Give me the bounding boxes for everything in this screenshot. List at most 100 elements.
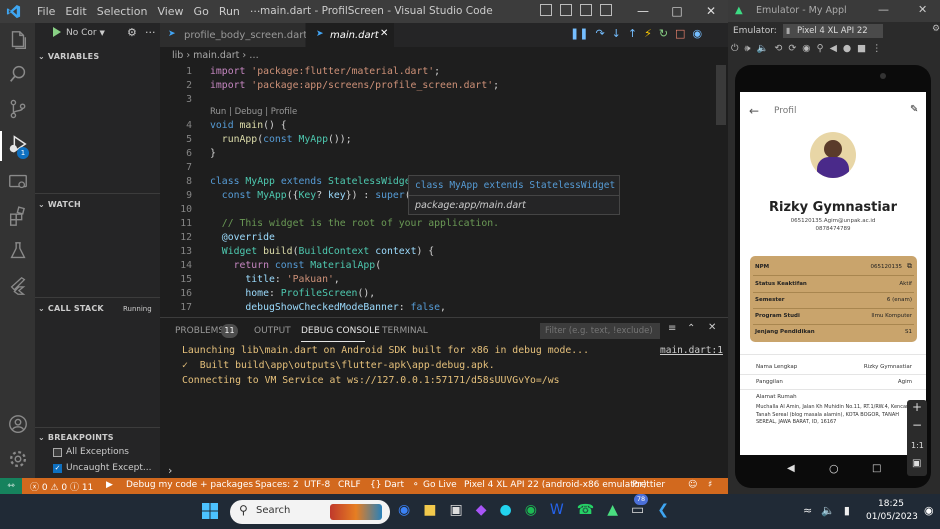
tab-terminal[interactable]: TERMINAL — [382, 326, 428, 336]
go-live-button[interactable]: Go Live — [423, 480, 457, 490]
open-devtools-icon[interactable]: ◉ — [692, 27, 702, 43]
notification-center-icon[interactable]: ◉ — [924, 504, 934, 517]
tab-main-dart[interactable]: ➤ main.dart ✕ — [306, 23, 394, 47]
flutter-icon[interactable] — [7, 275, 29, 297]
battery-icon[interactable]: ▮ — [844, 504, 850, 517]
explorer-icon[interactable] — [7, 29, 29, 51]
vscode-icon[interactable]: ❮ — [657, 502, 669, 518]
toggle-secondary-sidebar-icon[interactable] — [580, 4, 592, 16]
menu-selection[interactable]: Selection — [92, 5, 153, 18]
console-filter-input[interactable] — [540, 323, 660, 339]
watch-section-header[interactable]: ⌄ WATCH — [38, 200, 81, 209]
tab-profile-body-screen[interactable]: ➤ profile_body_screen.dart — [160, 23, 307, 47]
checkbox-checked[interactable]: ✓ — [53, 463, 62, 473]
remote-explorer-icon[interactable] — [7, 171, 29, 193]
console-prompt[interactable]: › — [168, 464, 172, 477]
volume-down-icon[interactable]: 🔈 — [757, 43, 769, 54]
menu-run[interactable]: Run — [214, 5, 245, 18]
maximize-panel-icon[interactable]: ⌃ — [687, 323, 695, 334]
overview-icon[interactable]: ■ — [857, 43, 866, 54]
device-status[interactable]: Pixel 4 XL API 22 (android-x86 emulator) — [464, 480, 647, 490]
zoom-1to1-icon[interactable]: 1:1 — [911, 441, 924, 450]
settings-gear-icon[interactable] — [7, 448, 29, 470]
tab-debug-console[interactable]: DEBUG CONSOLE — [301, 326, 380, 336]
more-icon[interactable]: ⋮ — [872, 43, 882, 54]
fit-screen-icon[interactable]: ▣ — [912, 458, 921, 469]
app-icon[interactable]: ▲ — [607, 502, 618, 518]
toggle-panel-icon[interactable] — [560, 4, 572, 16]
clock-time[interactable]: 18:25 — [878, 499, 904, 509]
menu-go[interactable]: Go — [189, 5, 214, 18]
codelens[interactable]: Run | Debug | Profile — [210, 107, 297, 117]
phone-screen[interactable]: ← Profil ✎ Rizky Gymnastiar 065120135.Ag… — [740, 92, 926, 455]
prettier-status[interactable]: Prettier — [632, 480, 665, 490]
rotate-left-icon[interactable]: ⟲ — [774, 43, 782, 54]
power-icon[interactable]: ⏻ — [731, 43, 739, 54]
zoom-out-icon[interactable]: − — [912, 418, 922, 432]
device-selector[interactable]: ▮ Pixel 4 XL API 22 — [783, 24, 883, 38]
spotify-icon[interactable]: ◉ — [525, 502, 537, 518]
tab-problems[interactable]: PROBLEMS — [175, 326, 224, 336]
clock-date[interactable]: 01/05/2023 — [866, 512, 918, 522]
app-icon[interactable]: ● — [499, 502, 511, 518]
minimize-icon[interactable]: — — [626, 0, 660, 23]
more-actions-icon[interactable]: ··· — [145, 26, 156, 39]
language-mode[interactable]: {} Dart — [370, 480, 404, 490]
zoom-in-icon[interactable]: + — [912, 400, 922, 414]
wifi-icon[interactable]: ≈ — [803, 504, 812, 517]
home-icon[interactable]: ● — [843, 43, 851, 54]
close-icon[interactable]: ✕ — [694, 0, 728, 23]
source-control-icon[interactable] — [7, 98, 29, 120]
close-tab-icon[interactable]: ✕ — [380, 28, 388, 39]
pause-icon[interactable]: ❚❚ — [570, 27, 588, 43]
back-arrow-icon[interactable]: ← — [749, 104, 759, 118]
file-explorer-icon[interactable]: ■ — [423, 502, 436, 518]
account-icon[interactable] — [7, 413, 29, 435]
remote-indicator-icon[interactable]: ⇿ — [0, 478, 22, 494]
feedback-icon[interactable]: ☺ — [688, 480, 697, 490]
menu-file[interactable]: File — [32, 5, 60, 18]
rotate-right-icon[interactable]: ⟳ — [788, 43, 796, 54]
breadcrumb[interactable]: lib › main.dart › … — [160, 47, 728, 65]
edit-pencil-icon[interactable]: ✎ — [910, 104, 918, 115]
problems-status[interactable]: ⓧ 0 ⚠ 0 ⓘ 11 — [30, 480, 93, 493]
breakpoints-section-header[interactable]: ⌄ BREAKPOINTS — [38, 433, 114, 442]
encoding-status[interactable]: UTF-8 — [304, 480, 330, 490]
breakpoint-uncaught-exceptions[interactable]: ✓ Uncaught Except... — [53, 463, 151, 473]
nav-recents-icon[interactable]: □ — [872, 463, 881, 474]
variables-section-header[interactable]: ⌄ VARIABLES — [38, 52, 99, 61]
zoom-icon[interactable]: ⚲ — [817, 43, 824, 54]
debug-mode-status[interactable]: Debug my code + packages — [126, 480, 253, 490]
breakpoint-all-exceptions[interactable]: All Exceptions — [53, 447, 129, 457]
volume-icon[interactable]: 🔈 — [821, 504, 835, 517]
eol-status[interactable]: CRLF — [338, 480, 361, 490]
close-panel-icon[interactable]: ✕ — [708, 322, 716, 333]
indent-status[interactable]: Spaces: 2 — [255, 480, 299, 490]
edge-icon[interactable]: ◉ — [398, 502, 410, 518]
notifications-bell-icon[interactable]: ♯ — [708, 480, 712, 490]
search-icon[interactable] — [7, 63, 29, 85]
close-icon[interactable]: ✕ — [918, 3, 927, 16]
menu-edit[interactable]: Edit — [60, 5, 91, 18]
step-over-icon[interactable]: ↷ — [595, 27, 604, 43]
maximize-icon[interactable]: □ — [660, 0, 694, 23]
menu-view[interactable]: View — [152, 5, 188, 18]
clear-console-icon[interactable]: ≡ — [668, 323, 676, 334]
debug-config-select[interactable]: No Cor ▼ — [66, 26, 122, 40]
checkbox-unchecked[interactable] — [53, 447, 62, 457]
tab-output[interactable]: OUTPUT — [254, 326, 291, 336]
step-out-icon[interactable]: ↑ — [628, 27, 637, 43]
toggle-sidebar-icon[interactable] — [540, 4, 552, 16]
restart-icon[interactable]: ↻ — [659, 27, 668, 43]
console-source-link[interactable]: main.dart:1 — [660, 345, 723, 356]
screenshot-icon[interactable]: ◉ — [802, 43, 810, 54]
emulator-settings-icon[interactable]: ⚙ — [932, 24, 940, 34]
whatsapp-icon[interactable]: ☎ — [577, 502, 594, 518]
back-icon[interactable]: ◀ — [830, 43, 837, 54]
testing-flask-icon[interactable] — [7, 240, 29, 262]
copy-icon[interactable]: ⧉ — [907, 262, 912, 271]
debug-settings-gear-icon[interactable]: ⚙ — [127, 26, 137, 39]
app-icon[interactable]: ◆ — [476, 502, 487, 518]
minimize-icon[interactable]: — — [878, 3, 889, 16]
windows-start-icon[interactable] — [202, 503, 218, 519]
